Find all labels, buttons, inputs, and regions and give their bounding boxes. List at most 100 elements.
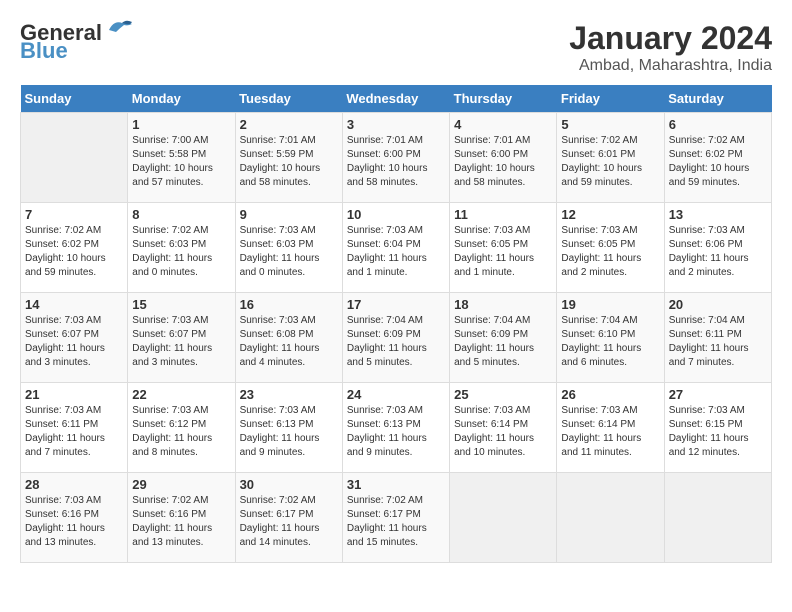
day-number: 15 — [132, 297, 230, 312]
calendar-cell: 22 Sunrise: 7:03 AM Sunset: 6:12 PM Dayli… — [128, 383, 235, 473]
day-info: Sunrise: 7:03 AM Sunset: 6:08 PM Dayligh… — [240, 314, 338, 370]
day-info: Sunrise: 7:03 AM Sunset: 6:04 PM Dayligh… — [347, 224, 445, 280]
day-info: Sunrise: 7:03 AM Sunset: 6:05 PM Dayligh… — [561, 224, 659, 280]
calendar-week-row: 28Sunrise: 7:03 AM Sunset: 6:16 PM Dayli… — [21, 473, 772, 563]
day-info: Sunrise: 7:04 AM Sunset: 6:11 PM Dayligh… — [669, 314, 767, 370]
calendar-cell: 9 Sunrise: 7:03 AM Sunset: 6:03 PM Daylig… — [235, 203, 342, 293]
calendar-cell: 26 Sunrise: 7:03 AM Sunset: 6:14 PM Dayli… — [557, 383, 664, 473]
day-number: 18 — [454, 297, 552, 312]
day-number: 16 — [240, 297, 338, 312]
day-number: 29 — [132, 477, 230, 492]
calendar-cell: 23Sunrise: 7:03 AM Sunset: 6:13 PM Dayli… — [235, 383, 342, 473]
day-number: 9 — [240, 207, 338, 222]
day-number: 23 — [240, 387, 338, 402]
calendar-cell: 21 Sunrise: 7:03 AM Sunset: 6:11 PM Dayli… — [21, 383, 128, 473]
calendar-cell: 7Sunrise: 7:02 AM Sunset: 6:02 PM Daylig… — [21, 203, 128, 293]
day-info: Sunrise: 7:02 AM Sunset: 6:03 PM Dayligh… — [132, 224, 230, 280]
logo-bird-icon — [104, 18, 134, 40]
logo: General Blue — [20, 20, 134, 64]
day-info: Sunrise: 7:03 AM Sunset: 6:12 PM Dayligh… — [132, 404, 230, 460]
calendar-cell: 28Sunrise: 7:03 AM Sunset: 6:16 PM Dayli… — [21, 473, 128, 563]
header-wednesday: Wednesday — [342, 85, 449, 113]
day-number: 25 — [454, 387, 552, 402]
day-number: 11 — [454, 207, 552, 222]
calendar-cell: 27Sunrise: 7:03 AM Sunset: 6:15 PM Dayli… — [664, 383, 771, 473]
calendar-week-row: 14 Sunrise: 7:03 AM Sunset: 6:07 PM Dayli… — [21, 293, 772, 383]
calendar-cell: 20 Sunrise: 7:04 AM Sunset: 6:11 PM Dayli… — [664, 293, 771, 383]
day-info: Sunrise: 7:02 AM Sunset: 6:01 PM Dayligh… — [561, 134, 659, 190]
calendar-cell: 15 Sunrise: 7:03 AM Sunset: 6:07 PM Dayli… — [128, 293, 235, 383]
calendar-cell: 31Sunrise: 7:02 AM Sunset: 6:17 PM Dayli… — [342, 473, 449, 563]
day-info: Sunrise: 7:03 AM Sunset: 6:14 PM Dayligh… — [561, 404, 659, 460]
calendar-cell: 3 Sunrise: 7:01 AM Sunset: 6:00 PM Daylig… — [342, 113, 449, 203]
title-block: January 2024 Ambad, Maharashtra, India — [569, 20, 772, 75]
day-number: 6 — [669, 117, 767, 132]
calendar-cell: 16 Sunrise: 7:03 AM Sunset: 6:08 PM Dayli… — [235, 293, 342, 383]
day-info: Sunrise: 7:03 AM Sunset: 6:14 PM Dayligh… — [454, 404, 552, 460]
calendar-cell: 2Sunrise: 7:01 AM Sunset: 5:59 PM Daylig… — [235, 113, 342, 203]
calendar-cell: 5 Sunrise: 7:02 AM Sunset: 6:01 PM Daylig… — [557, 113, 664, 203]
calendar-cell — [450, 473, 557, 563]
day-number: 13 — [669, 207, 767, 222]
day-number: 3 — [347, 117, 445, 132]
calendar-cell — [557, 473, 664, 563]
day-info: Sunrise: 7:03 AM Sunset: 6:06 PM Dayligh… — [669, 224, 767, 280]
header-tuesday: Tuesday — [235, 85, 342, 113]
day-number: 17 — [347, 297, 445, 312]
day-info: Sunrise: 7:01 AM Sunset: 6:00 PM Dayligh… — [454, 134, 552, 190]
header-friday: Friday — [557, 85, 664, 113]
day-info: Sunrise: 7:03 AM Sunset: 6:15 PM Dayligh… — [669, 404, 767, 460]
day-info: Sunrise: 7:03 AM Sunset: 6:13 PM Dayligh… — [347, 404, 445, 460]
calendar-cell: 17 Sunrise: 7:04 AM Sunset: 6:09 PM Dayli… — [342, 293, 449, 383]
calendar-cell: 24 Sunrise: 7:03 AM Sunset: 6:13 PM Dayli… — [342, 383, 449, 473]
day-number: 21 — [25, 387, 123, 402]
calendar-table: SundayMondayTuesdayWednesdayThursdayFrid… — [20, 85, 772, 563]
calendar-week-row: 7Sunrise: 7:02 AM Sunset: 6:02 PM Daylig… — [21, 203, 772, 293]
day-number: 7 — [25, 207, 123, 222]
day-number: 22 — [132, 387, 230, 402]
day-number: 1 — [132, 117, 230, 132]
page-header: General Blue January 2024 Ambad, Maharas… — [20, 20, 772, 75]
day-number: 26 — [561, 387, 659, 402]
day-number: 24 — [347, 387, 445, 402]
month-title: January 2024 — [569, 20, 772, 57]
day-info: Sunrise: 7:03 AM Sunset: 6:03 PM Dayligh… — [240, 224, 338, 280]
calendar-cell: 4 Sunrise: 7:01 AM Sunset: 6:00 PM Daylig… — [450, 113, 557, 203]
logo-blue: Blue — [20, 38, 68, 64]
day-info: Sunrise: 7:03 AM Sunset: 6:07 PM Dayligh… — [25, 314, 123, 370]
day-info: Sunrise: 7:04 AM Sunset: 6:09 PM Dayligh… — [347, 314, 445, 370]
day-info: Sunrise: 7:03 AM Sunset: 6:16 PM Dayligh… — [25, 494, 123, 550]
day-number: 8 — [132, 207, 230, 222]
header-sunday: Sunday — [21, 85, 128, 113]
day-info: Sunrise: 7:00 AM Sunset: 5:58 PM Dayligh… — [132, 134, 230, 190]
day-number: 2 — [240, 117, 338, 132]
calendar-cell — [664, 473, 771, 563]
calendar-cell: 30 Sunrise: 7:02 AM Sunset: 6:17 PM Dayli… — [235, 473, 342, 563]
header-thursday: Thursday — [450, 85, 557, 113]
calendar-cell: 25 Sunrise: 7:03 AM Sunset: 6:14 PM Dayli… — [450, 383, 557, 473]
calendar-cell: 19Sunrise: 7:04 AM Sunset: 6:10 PM Dayli… — [557, 293, 664, 383]
day-info: Sunrise: 7:02 AM Sunset: 6:16 PM Dayligh… — [132, 494, 230, 550]
day-info: Sunrise: 7:04 AM Sunset: 6:10 PM Dayligh… — [561, 314, 659, 370]
calendar-cell — [21, 113, 128, 203]
calendar-cell: 14 Sunrise: 7:03 AM Sunset: 6:07 PM Dayli… — [21, 293, 128, 383]
day-info: Sunrise: 7:02 AM Sunset: 6:17 PM Dayligh… — [240, 494, 338, 550]
day-info: Sunrise: 7:03 AM Sunset: 6:07 PM Dayligh… — [132, 314, 230, 370]
calendar-cell: 13 Sunrise: 7:03 AM Sunset: 6:06 PM Dayli… — [664, 203, 771, 293]
calendar-cell: 10Sunrise: 7:03 AM Sunset: 6:04 PM Dayli… — [342, 203, 449, 293]
day-info: Sunrise: 7:03 AM Sunset: 6:11 PM Dayligh… — [25, 404, 123, 460]
day-number: 20 — [669, 297, 767, 312]
day-number: 5 — [561, 117, 659, 132]
day-info: Sunrise: 7:02 AM Sunset: 6:02 PM Dayligh… — [669, 134, 767, 190]
calendar-cell: 29 Sunrise: 7:02 AM Sunset: 6:16 PM Dayli… — [128, 473, 235, 563]
day-info: Sunrise: 7:01 AM Sunset: 6:00 PM Dayligh… — [347, 134, 445, 190]
day-number: 12 — [561, 207, 659, 222]
calendar-cell: 8 Sunrise: 7:02 AM Sunset: 6:03 PM Daylig… — [128, 203, 235, 293]
day-number: 30 — [240, 477, 338, 492]
day-number: 14 — [25, 297, 123, 312]
calendar-week-row: 21 Sunrise: 7:03 AM Sunset: 6:11 PM Dayli… — [21, 383, 772, 473]
day-info: Sunrise: 7:03 AM Sunset: 6:05 PM Dayligh… — [454, 224, 552, 280]
day-number: 4 — [454, 117, 552, 132]
calendar-cell: 12 Sunrise: 7:03 AM Sunset: 6:05 PM Dayli… — [557, 203, 664, 293]
day-info: Sunrise: 7:02 AM Sunset: 6:17 PM Dayligh… — [347, 494, 445, 550]
